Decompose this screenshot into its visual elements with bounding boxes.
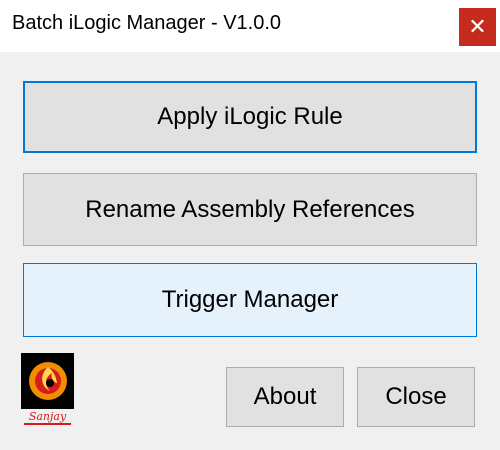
close-icon: ✕ bbox=[468, 14, 487, 39]
window-close-button[interactable]: ✕ bbox=[459, 8, 496, 46]
trigger-manager-button[interactable]: Trigger Manager bbox=[23, 263, 477, 337]
rename-assembly-references-button[interactable]: Rename Assembly References bbox=[23, 173, 477, 246]
about-button[interactable]: About bbox=[226, 367, 344, 427]
apply-ilogic-rule-button[interactable]: Apply iLogic Rule bbox=[23, 81, 477, 153]
logo-text: Sanjay bbox=[29, 410, 67, 423]
window-title: Batch iLogic Manager - V1.0.0 bbox=[12, 12, 282, 34]
company-logo: Sanjay bbox=[21, 353, 74, 425]
close-button[interactable]: Close bbox=[357, 367, 475, 427]
title-bar: Batch iLogic Manager - V1.0.0 ✕ bbox=[0, 0, 500, 50]
app-window: Batch iLogic Manager - V1.0.0 ✕ Apply iL… bbox=[0, 0, 500, 450]
